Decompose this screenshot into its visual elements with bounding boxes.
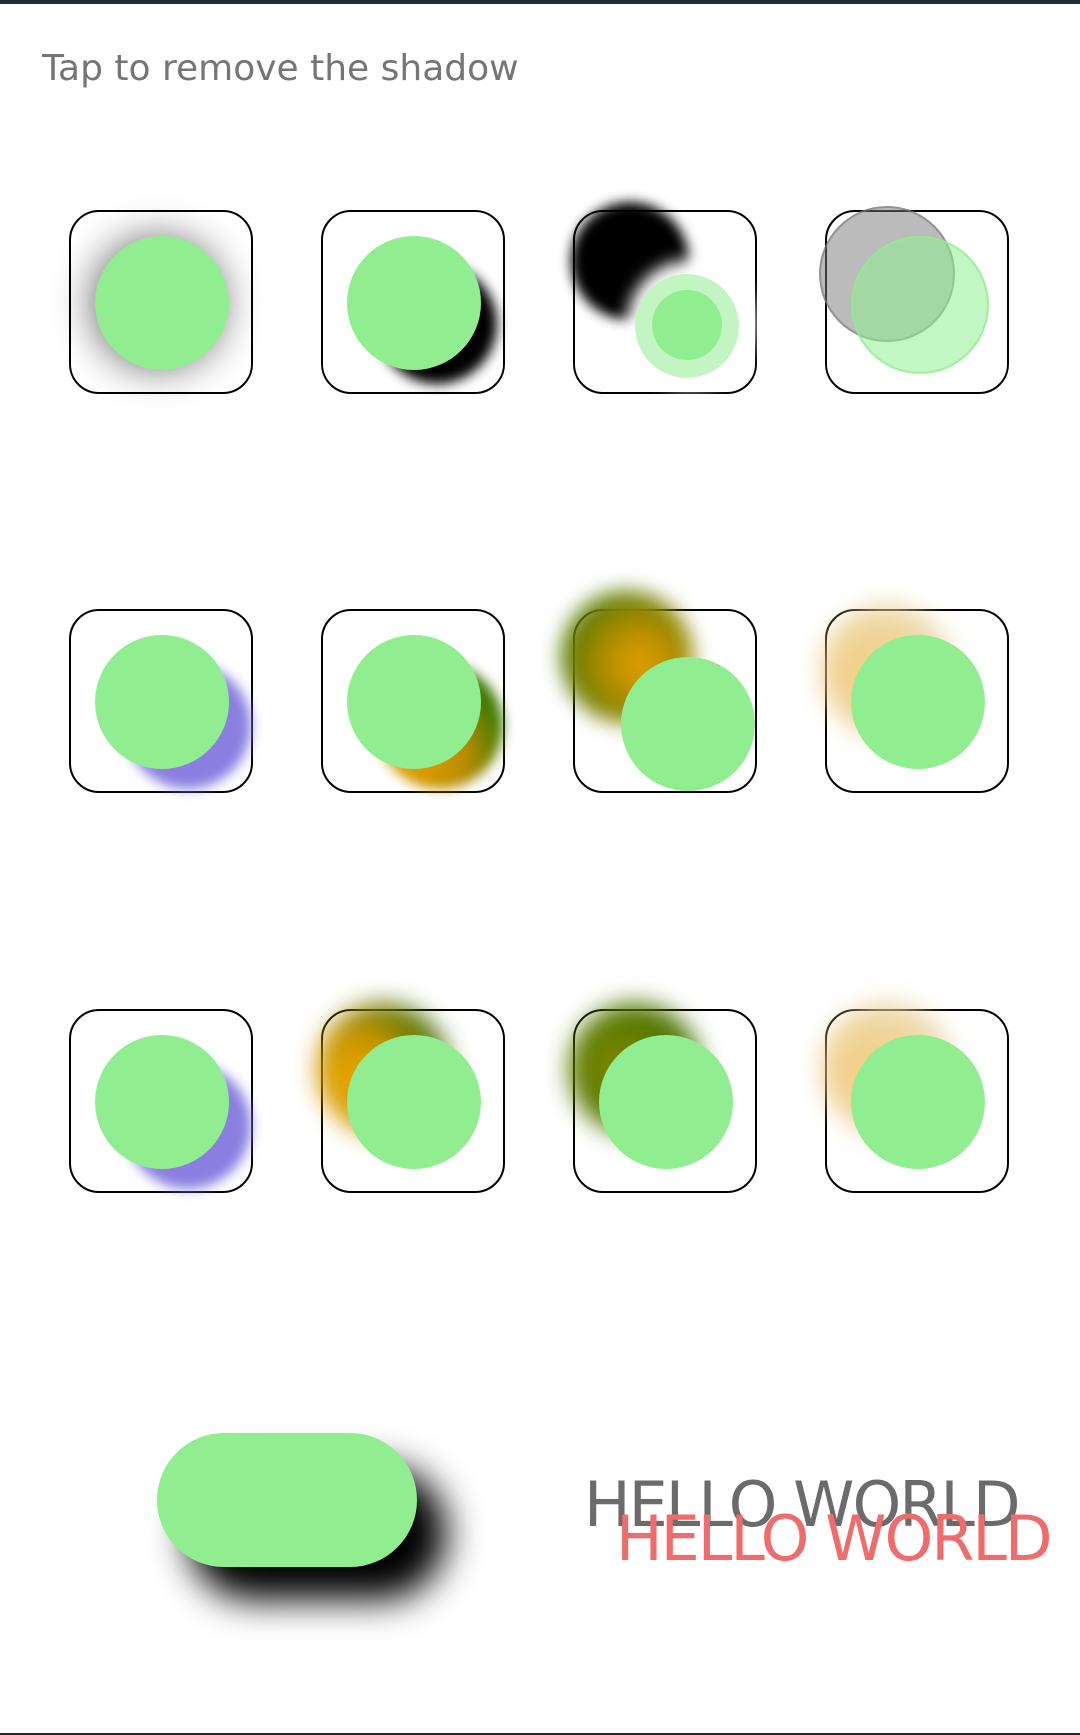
green-circle [599, 1035, 733, 1169]
green-circle [652, 290, 722, 360]
hello-world-text-shadow: HELLO WORLD [616, 1502, 1053, 1575]
green-circle [347, 1035, 481, 1169]
shadow-cell-4[interactable] [819, 206, 1009, 394]
green-circle [347, 635, 481, 769]
shadow-cell-5[interactable] [69, 609, 253, 793]
shadow-cell-12[interactable] [821, 1003, 1009, 1193]
green-circle [95, 635, 229, 769]
green-circle [95, 1035, 229, 1169]
shadow-cell-2[interactable] [321, 210, 505, 394]
shadow-cell-1[interactable] [69, 210, 253, 394]
top-border [0, 0, 1080, 4]
shadow-pill-button[interactable] [157, 1433, 417, 1567]
green-circle [621, 657, 755, 791]
green-circle [347, 236, 481, 370]
shadow-cell-6[interactable] [321, 609, 505, 793]
shadow-cell-10[interactable] [317, 1003, 505, 1193]
green-circle [95, 236, 229, 370]
green-circle [851, 236, 989, 374]
shadow-cell-9[interactable] [69, 1009, 253, 1193]
shadow-cell-7[interactable] [561, 591, 757, 793]
green-circle [851, 1035, 985, 1169]
shadow-cell-3[interactable] [571, 202, 757, 394]
green-circle [851, 635, 985, 769]
shadow-cell-8[interactable] [821, 605, 1009, 793]
hint-text: Tap to remove the shadow [42, 48, 519, 89]
shadow-cell-11[interactable] [569, 1003, 757, 1193]
